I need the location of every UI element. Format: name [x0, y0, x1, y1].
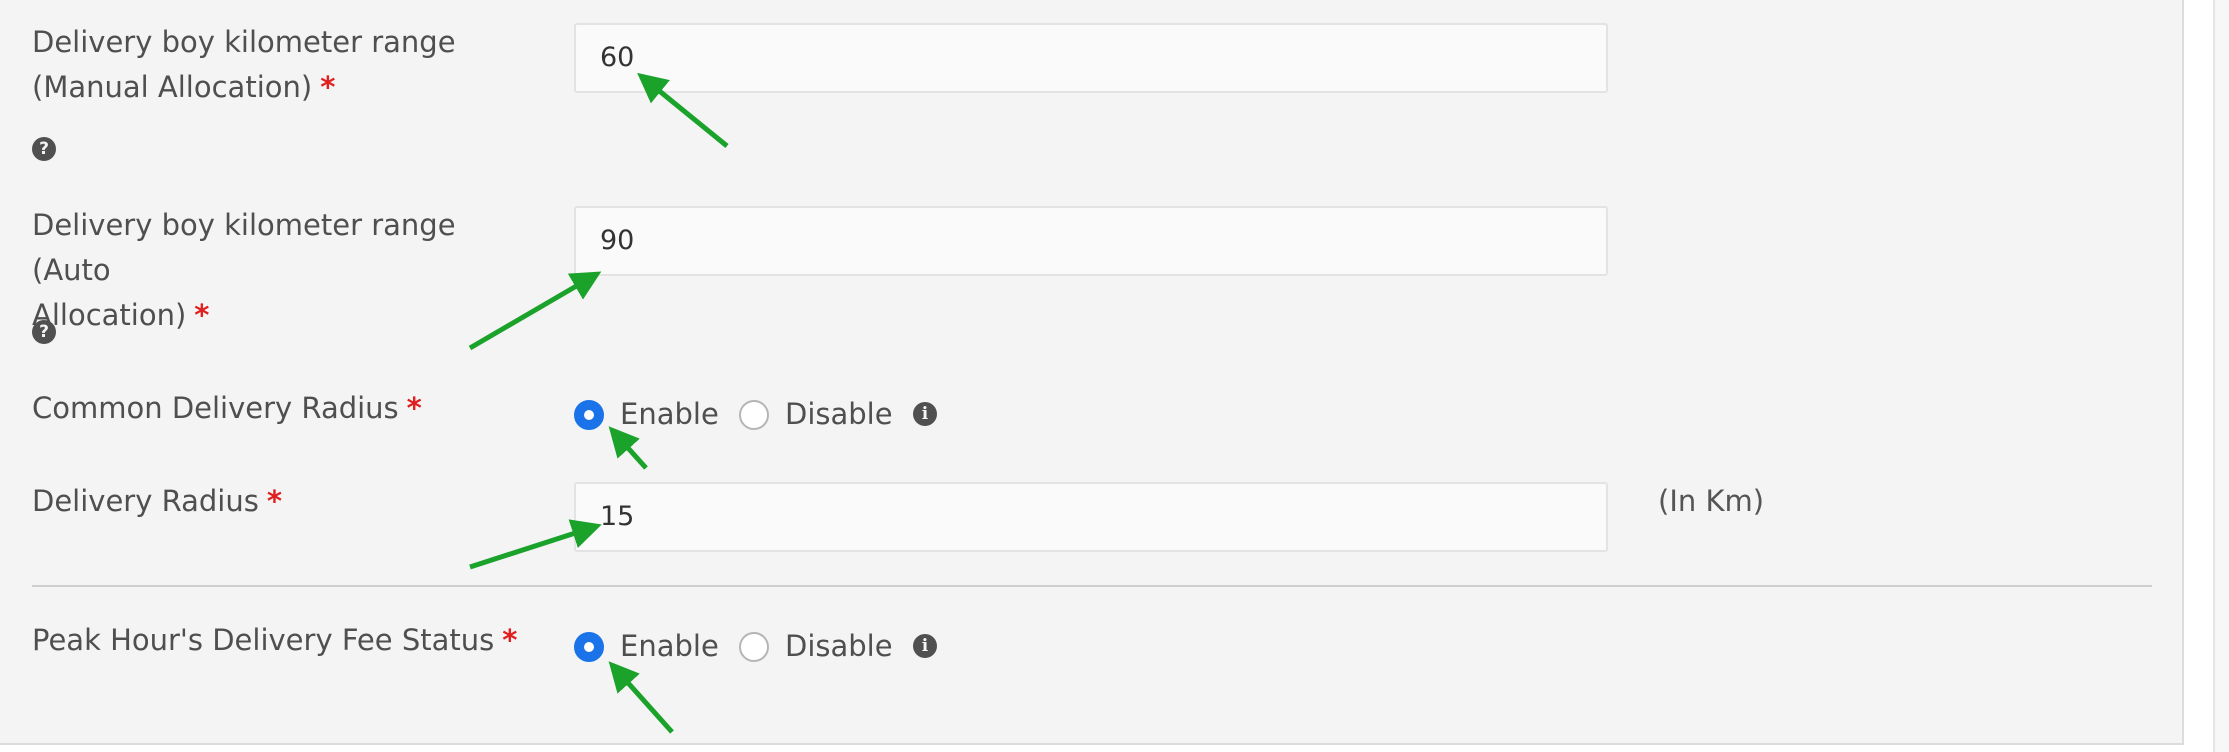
arrow-peak-fee: [608, 661, 674, 734]
arrow-delivery-radius: [469, 519, 602, 570]
arrow-manual-range: [637, 72, 729, 148]
annotation-arrows: [468, 72, 729, 734]
arrow-auto-range: [468, 271, 602, 351]
settings-panel: Delivery boy kilometer range (Manual All…: [0, 0, 2184, 745]
arrow-common-radius: [608, 426, 648, 470]
scrollbar[interactable]: [2213, 0, 2229, 752]
